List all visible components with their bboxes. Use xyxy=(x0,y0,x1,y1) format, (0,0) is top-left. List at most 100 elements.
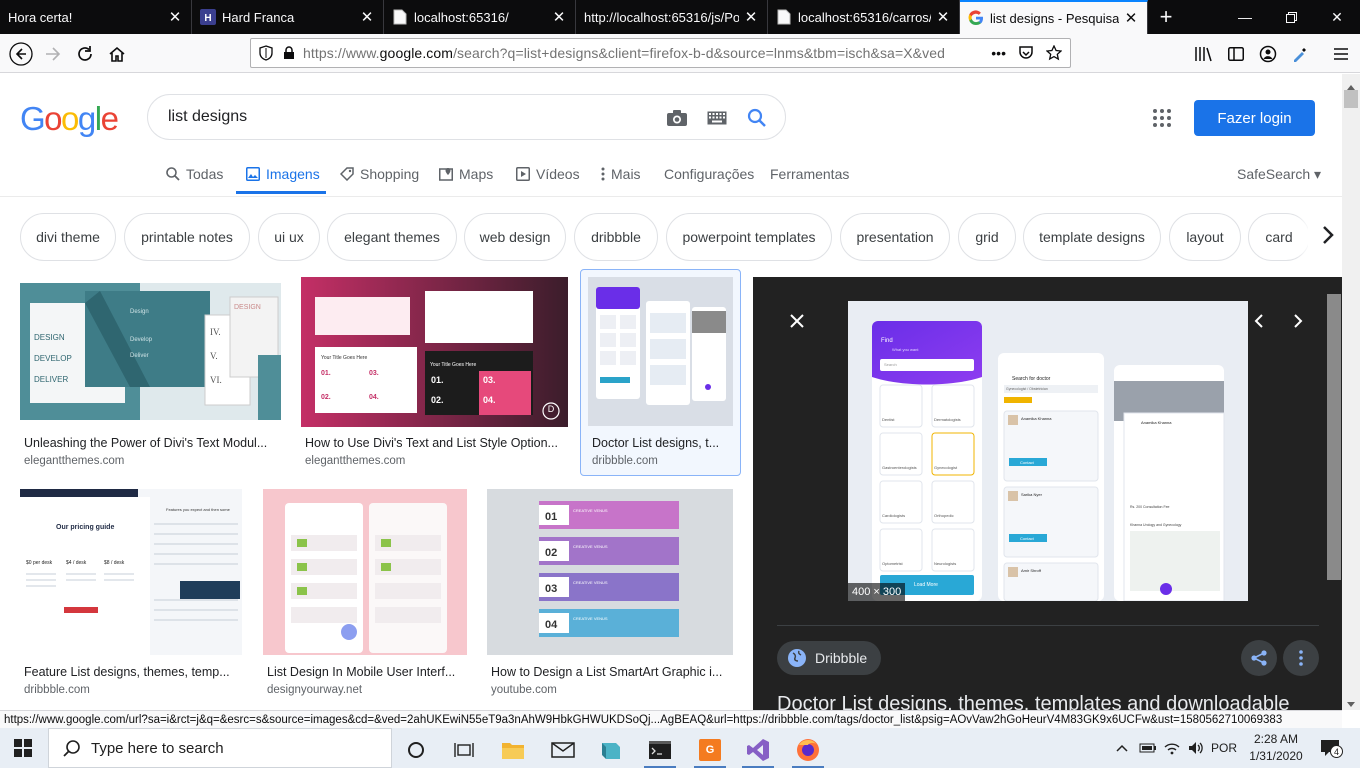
related-search-chip[interactable]: layout xyxy=(1169,213,1241,261)
close-tab-icon[interactable]: ✕ xyxy=(931,5,955,29)
share-button[interactable] xyxy=(1241,640,1277,676)
cortana-icon[interactable] xyxy=(394,732,438,768)
reload-button[interactable] xyxy=(70,39,100,69)
tab-videos[interactable]: Vídeos xyxy=(516,164,580,184)
tab-images[interactable]: Imagens xyxy=(246,164,320,184)
notes-app-icon[interactable] xyxy=(589,732,633,768)
browser-tab[interactable]: Hora certa! ✕ xyxy=(0,0,192,34)
source-chip[interactable]: Dribbble xyxy=(777,641,882,675)
tab-tools[interactable]: Ferramentas xyxy=(770,164,849,184)
related-search-chip[interactable]: powerpoint templates xyxy=(666,213,832,261)
minimize-window-button[interactable]: — xyxy=(1222,0,1268,34)
browser-tab[interactable]: http://localhost:65316/js/Pop ✕ xyxy=(576,0,768,34)
library-icon[interactable] xyxy=(1188,39,1218,69)
search-icon[interactable] xyxy=(745,106,769,130)
result-title[interactable]: Doctor List designs, t... xyxy=(592,436,727,450)
restore-window-button[interactable] xyxy=(1268,0,1314,34)
hamburger-menu-icon[interactable] xyxy=(1326,39,1356,69)
action-center-button[interactable]: 4 xyxy=(1314,728,1346,768)
result-thumbnail[interactable]: DESIGN DEVELOP DELIVER Design Develop De… xyxy=(20,283,281,420)
related-search-chip[interactable]: presentation xyxy=(840,213,950,261)
result-thumbnail[interactable]: Your Title Goes Here Your Title Goes Her… xyxy=(301,277,568,427)
windows-start-icon[interactable] xyxy=(14,739,32,762)
firefox-icon[interactable] xyxy=(786,732,830,768)
url-text[interactable]: https://www.google.com/search?q=list+des… xyxy=(303,45,979,61)
result-thumbnail[interactable] xyxy=(588,277,733,426)
page-scrollbar[interactable] xyxy=(1342,74,1360,710)
shield-icon[interactable] xyxy=(259,45,273,61)
page-actions-icon[interactable]: ••• xyxy=(991,45,1006,61)
browser-tab[interactable]: localhost:65316/ ✕ xyxy=(384,0,576,34)
result-title[interactable]: List Design In Mobile User Interf... xyxy=(267,665,463,679)
related-search-chip[interactable]: template designs xyxy=(1023,213,1161,261)
input-language[interactable]: POR xyxy=(1208,728,1240,768)
taskbar-search-box[interactable]: Type here to search xyxy=(48,728,392,768)
preview-scrollbar-thumb[interactable] xyxy=(1327,294,1341,580)
wifi-icon[interactable] xyxy=(1160,728,1184,768)
task-view-icon[interactable] xyxy=(442,732,486,768)
address-bar[interactable]: https://www.google.com/search?q=list+des… xyxy=(250,38,1071,68)
bookmark-star-icon[interactable] xyxy=(1046,45,1062,61)
browser-tab-active[interactable]: list designs - Pesquisa Go ✕ xyxy=(960,0,1148,34)
lock-icon[interactable] xyxy=(283,46,295,60)
close-preview-icon[interactable] xyxy=(789,313,805,329)
show-hidden-icons[interactable] xyxy=(1110,728,1134,768)
related-search-chip[interactable]: elegant themes xyxy=(327,213,457,261)
scrollbar-thumb[interactable] xyxy=(1344,90,1358,108)
file-explorer-icon[interactable] xyxy=(491,732,535,768)
tab-shopping[interactable]: Shopping xyxy=(340,164,419,184)
new-tab-button[interactable]: + xyxy=(1153,4,1179,30)
pdf-app-icon[interactable]: G xyxy=(688,732,732,768)
related-search-chip[interactable]: dribbble xyxy=(574,213,658,261)
close-tab-icon[interactable]: ✕ xyxy=(163,5,187,29)
home-button[interactable] xyxy=(102,39,132,69)
more-options-button[interactable] xyxy=(1283,640,1319,676)
related-search-chip[interactable]: printable notes xyxy=(124,213,250,261)
close-tab-icon[interactable]: ✕ xyxy=(547,5,571,29)
tab-more[interactable]: Mais xyxy=(601,164,641,184)
battery-icon[interactable] xyxy=(1136,728,1160,768)
related-search-chip[interactable]: web design xyxy=(464,213,566,261)
close-window-button[interactable]: ✕ xyxy=(1314,0,1360,34)
next-image-icon[interactable] xyxy=(1290,313,1306,329)
search-input[interactable]: list designs xyxy=(168,108,247,126)
safesearch-menu[interactable]: SafeSearch ▾ xyxy=(1237,164,1321,184)
visual-studio-icon[interactable] xyxy=(736,732,780,768)
login-button[interactable]: Fazer login xyxy=(1194,100,1315,136)
clock[interactable]: 2:28 AM 1/31/2020 xyxy=(1244,728,1308,768)
keyboard-icon[interactable] xyxy=(705,106,729,130)
result-title[interactable]: Unleashing the Power of Divi's Text Modu… xyxy=(24,436,276,450)
terminal-icon[interactable] xyxy=(638,732,682,768)
related-search-chip[interactable]: ui ux xyxy=(258,213,320,261)
related-search-chip[interactable]: card xyxy=(1248,213,1310,261)
preview-image[interactable]: Find What you want Search Dentist Dermat… xyxy=(848,301,1248,601)
apps-grid-icon[interactable] xyxy=(1150,106,1174,130)
forward-button[interactable] xyxy=(38,39,68,69)
tab-maps[interactable]: Maps xyxy=(439,164,493,184)
close-tab-icon[interactable]: ✕ xyxy=(355,5,379,29)
close-tab-icon[interactable]: ✕ xyxy=(1119,6,1143,30)
result-thumbnail[interactable]: Our pricing guide $0 per desk $4 / desk … xyxy=(20,489,242,655)
tab-settings[interactable]: Configurações xyxy=(664,164,754,184)
tab-all[interactable]: Todas xyxy=(166,164,223,184)
pocket-icon[interactable] xyxy=(1018,45,1034,61)
browser-tab[interactable]: localhost:65316/carros/p ✕ xyxy=(768,0,960,34)
close-tab-icon[interactable]: ✕ xyxy=(739,5,763,29)
previous-image-icon[interactable] xyxy=(1251,313,1267,329)
camera-icon[interactable] xyxy=(665,106,689,130)
search-box[interactable]: list designs xyxy=(147,94,786,140)
result-title[interactable]: How to Use Divi's Text and List Style Op… xyxy=(305,436,563,450)
result-thumbnail[interactable] xyxy=(263,489,467,655)
result-title[interactable]: Feature List designs, themes, temp... xyxy=(24,665,238,679)
account-icon[interactable] xyxy=(1253,39,1283,69)
result-title[interactable]: How to Design a List SmartArt Graphic i.… xyxy=(491,665,729,679)
back-button[interactable] xyxy=(6,39,36,69)
related-search-chip[interactable]: grid xyxy=(958,213,1016,261)
related-search-chip[interactable]: divi theme xyxy=(20,213,116,261)
mail-icon[interactable] xyxy=(541,732,585,768)
eyedropper-extension-icon[interactable] xyxy=(1285,39,1315,69)
google-logo[interactable]: Google xyxy=(20,100,119,138)
browser-tab[interactable]: H Hard Franca ✕ xyxy=(192,0,384,34)
scroll-down-icon[interactable] xyxy=(1346,696,1356,714)
volume-icon[interactable] xyxy=(1184,728,1208,768)
